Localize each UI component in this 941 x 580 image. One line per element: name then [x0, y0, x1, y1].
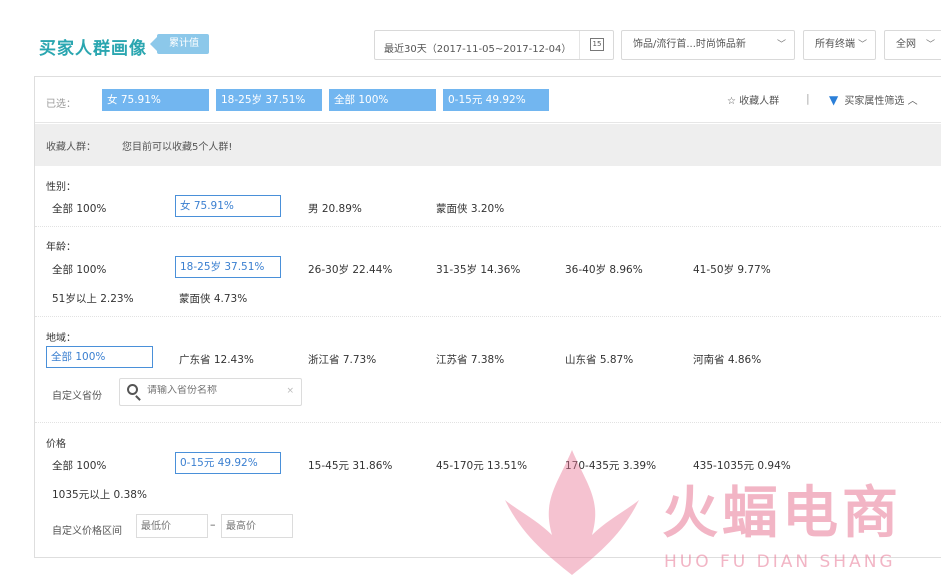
price-option-0-15[interactable]: 0-15元 49.92%	[175, 452, 281, 474]
price-option-45-170[interactable]: 45-170元 13.51%	[436, 458, 527, 473]
gender-option-unknown[interactable]: 蒙面侠 3.20%	[436, 201, 504, 216]
age-option-51-plus[interactable]: 51岁以上 2.23%	[52, 291, 134, 306]
cumulative-tag: 累计值	[150, 34, 209, 54]
calendar-icon[interactable]: 15	[579, 31, 613, 59]
category-select-value: 饰品/流行首...时尚饰品新	[633, 39, 746, 50]
selected-filters-row: 已选： 女 75.91% 18-25岁 37.51% 全部 100% 0-15元…	[35, 77, 941, 123]
page-title: 买家人群画像	[39, 39, 147, 59]
min-price-input[interactable]	[136, 514, 208, 538]
crowd-panel: 已选： 女 75.91% 18-25岁 37.51% 全部 100% 0-15元…	[34, 76, 941, 558]
region-option-henan[interactable]: 河南省 4.86%	[693, 352, 761, 367]
page-header: 买家人群画像 累计值 最近30天（2017-11-05~2017-12-04） …	[0, 0, 941, 75]
buyer-attribute-filter-link[interactable]: ▼ 买家属性筛选 ︿	[829, 92, 918, 107]
network-select[interactable]: 全网 ﹀	[884, 30, 941, 60]
favorite-crowd-link[interactable]: ☆ 收藏人群	[727, 92, 779, 107]
favorite-crowd-row: 收藏人群： 您目前可以收藏5个人群!	[35, 124, 941, 166]
price-option-435-1035[interactable]: 435-1035元 0.94%	[693, 458, 791, 473]
chevron-down-icon: ﹀	[925, 40, 935, 50]
buyer-attribute-filter-label: 买家属性筛选	[844, 96, 905, 107]
chevron-up-icon: ︿	[907, 96, 918, 107]
province-search-input[interactable]: ×	[119, 378, 302, 406]
selected-chip-age[interactable]: 18-25岁 37.51%	[216, 89, 322, 111]
funnel-icon: ▼	[829, 93, 839, 107]
favorite-crowd-row-label: 收藏人群：	[46, 142, 96, 153]
age-section: 年龄： 全部 100% 18-25岁 37.51% 26-30岁 22.44% …	[35, 227, 941, 317]
max-price-input[interactable]	[221, 514, 293, 538]
custom-price-label: 自定义价格区间	[52, 526, 122, 537]
selected-chip-price[interactable]: 0-15元 49.92%	[443, 89, 549, 111]
age-option-18-25[interactable]: 18-25岁 37.51%	[175, 256, 281, 278]
category-select[interactable]: 饰品/流行首...时尚饰品新 ﹀	[621, 30, 795, 60]
calendar-day: 15	[590, 38, 604, 51]
date-range-text: 最近30天（2017-11-05~2017-12-04）	[384, 44, 572, 55]
price-option-15-45[interactable]: 15-45元 31.86%	[308, 458, 392, 473]
age-option-31-35[interactable]: 31-35岁 14.36%	[436, 262, 520, 277]
age-option-36-40[interactable]: 36-40岁 8.96%	[565, 262, 643, 277]
selected-chip-gender[interactable]: 女 75.91%	[102, 89, 209, 111]
favorite-crowd-hint: 您目前可以收藏5个人群!	[122, 142, 233, 153]
region-option-shandong[interactable]: 山东省 5.87%	[565, 352, 633, 367]
separator: |	[806, 92, 810, 105]
price-option-170-435[interactable]: 170-435元 3.39%	[565, 458, 656, 473]
region-option-guangdong[interactable]: 广东省 12.43%	[179, 352, 254, 367]
gender-option-female[interactable]: 女 75.91%	[175, 195, 281, 217]
gender-option-all[interactable]: 全部 100%	[52, 201, 106, 216]
gender-title: 性别：	[46, 182, 76, 193]
gender-option-male[interactable]: 男 20.89%	[308, 201, 362, 216]
region-title: 地域：	[46, 333, 76, 344]
clear-icon[interactable]: ×	[286, 386, 294, 396]
age-option-all[interactable]: 全部 100%	[52, 262, 106, 277]
price-range-dash: –	[210, 518, 216, 531]
age-option-26-30[interactable]: 26-30岁 22.44%	[308, 262, 392, 277]
star-icon: ☆	[727, 96, 736, 107]
price-option-1035-plus[interactable]: 1035元以上 0.38%	[52, 487, 147, 502]
custom-province-label: 自定义省份	[52, 391, 102, 402]
network-select-value: 全网	[896, 39, 916, 50]
age-option-41-50[interactable]: 41-50岁 9.77%	[693, 262, 771, 277]
price-title: 价格	[46, 439, 66, 450]
selected-label: 已选：	[46, 99, 76, 110]
region-option-jiangsu[interactable]: 江苏省 7.38%	[436, 352, 504, 367]
age-title: 年龄：	[46, 242, 76, 253]
gender-section: 性别： 全部 100% 女 75.91% 男 20.89% 蒙面侠 3.20%	[35, 166, 941, 227]
chevron-down-icon: ﹀	[857, 40, 867, 50]
price-option-all[interactable]: 全部 100%	[52, 458, 106, 473]
age-option-unknown[interactable]: 蒙面侠 4.73%	[179, 291, 247, 306]
terminal-select-value: 所有终端	[815, 39, 855, 50]
chevron-down-icon: ﹀	[776, 40, 786, 50]
selected-chip-region[interactable]: 全部 100%	[329, 89, 436, 111]
favorite-crowd-label: 收藏人群	[739, 96, 780, 107]
date-range-picker[interactable]: 最近30天（2017-11-05~2017-12-04） 15	[374, 30, 614, 60]
region-option-zhejiang[interactable]: 浙江省 7.73%	[308, 352, 376, 367]
search-icon	[127, 384, 138, 395]
region-option-all[interactable]: 全部 100%	[46, 346, 153, 368]
terminal-select[interactable]: 所有终端 ﹀	[803, 30, 876, 60]
region-section: 地域： 全部 100% 广东省 12.43% 浙江省 7.73% 江苏省 7.3…	[35, 317, 941, 423]
province-search-field[interactable]	[147, 385, 287, 396]
